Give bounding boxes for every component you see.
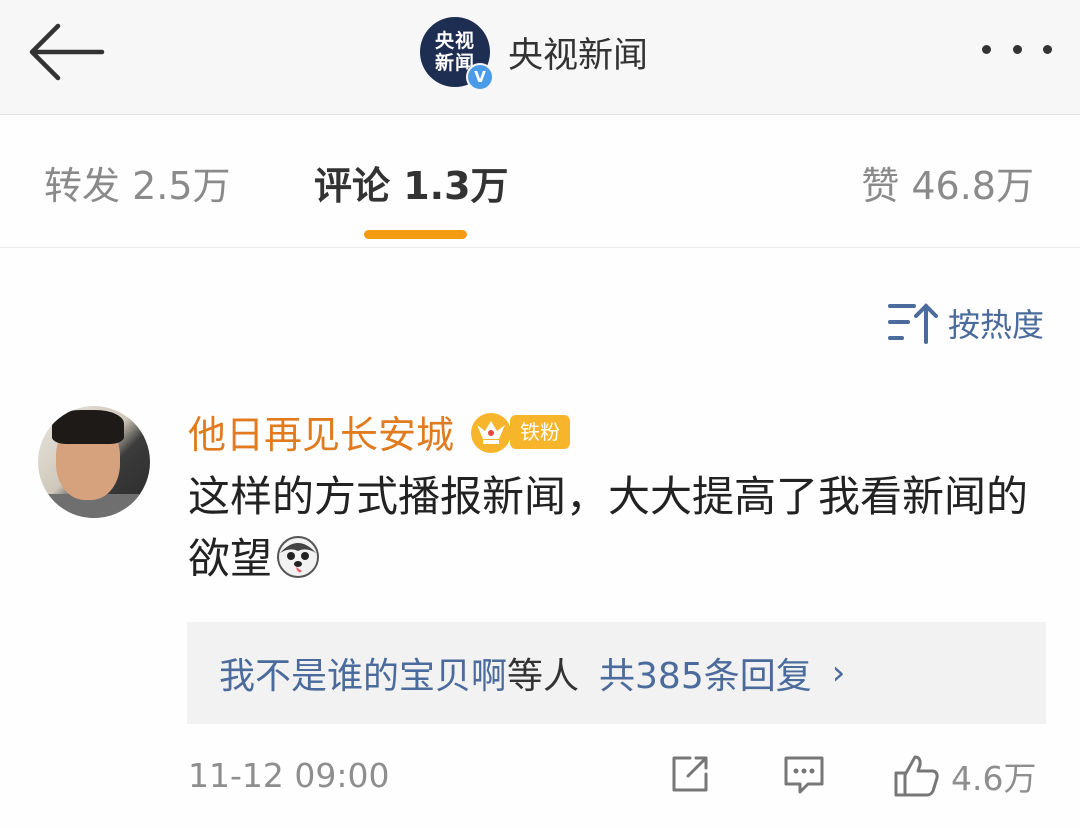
back-arrow-icon	[29, 23, 105, 81]
active-tab-indicator	[364, 230, 467, 239]
sort-icon	[887, 303, 938, 344]
like-count: 4.6万	[951, 759, 1037, 798]
sort-by-hot-button[interactable]: 按热度	[886, 300, 1044, 346]
username[interactable]: 他日再见长安城	[188, 404, 454, 459]
tab-likes[interactable]: 赞 46.8万	[861, 155, 1034, 210]
back-button[interactable]	[24, 20, 108, 84]
account-title[interactable]: 央视 新闻 V 央视新闻	[420, 14, 648, 91]
avatar[interactable]	[38, 406, 150, 518]
tab-comments[interactable]: 评论 1.3万	[314, 155, 509, 210]
verified-icon: V	[466, 63, 494, 91]
reply-button[interactable]	[782, 752, 826, 800]
reply-etc: 等人	[507, 656, 580, 697]
husky-emoji-icon	[276, 534, 320, 596]
crown-icon	[471, 412, 512, 453]
account-name[interactable]: 央视新闻	[508, 27, 648, 78]
chevron-right-icon: ›	[831, 653, 846, 693]
tab-repost[interactable]: 转发 2.5万	[44, 155, 231, 210]
account-avatar[interactable]: 央视 新闻 V	[420, 17, 494, 91]
fan-badge-label: 铁粉	[510, 414, 571, 449]
fan-badge[interactable]: 铁粉	[468, 409, 571, 455]
sort-label: 按热度	[947, 306, 1044, 344]
comment-author: 他日再见长安城 铁粉	[188, 404, 571, 459]
comment-timestamp: 11-12 09:00	[188, 756, 390, 795]
more-dots-icon[interactable]	[982, 34, 1052, 64]
like-button[interactable]: 4.6万	[893, 752, 1036, 800]
replies-summary[interactable]: 我不是谁的宝贝啊 等人 共385条回复 ›	[187, 622, 1046, 724]
comment-body: 这样的方式播报新闻，大大提高了我看新闻的欲望	[188, 466, 1028, 596]
top-bar: 央视 新闻 V 央视新闻	[0, 0, 1080, 115]
logo-text-top: 央视	[434, 30, 475, 52]
reply-count[interactable]: 共385条回复	[599, 647, 812, 699]
share-button[interactable]	[668, 752, 712, 800]
comment-icon	[784, 756, 824, 794]
share-icon	[672, 756, 708, 792]
stats-tabs: 转发 2.5万 评论 1.3万 赞 46.8万	[0, 115, 1080, 248]
thumbs-up-icon	[894, 755, 939, 797]
reply-author[interactable]: 我不是谁的宝贝啊	[219, 647, 507, 699]
